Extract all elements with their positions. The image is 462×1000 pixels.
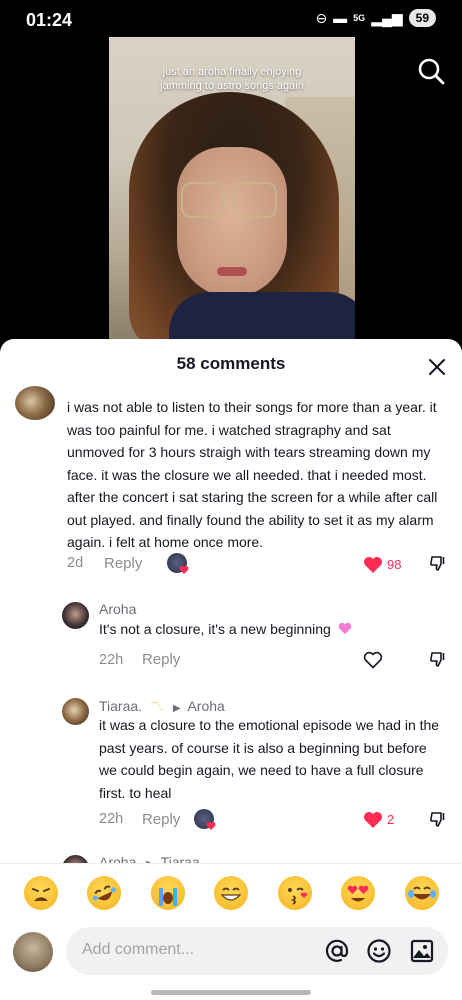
video-caption-line1: just an aroha finally enjoying bbox=[162, 66, 302, 78]
avatar[interactable] bbox=[62, 602, 89, 629]
comment-username[interactable]: Aroha bbox=[99, 601, 136, 617]
dislike-icon[interactable] bbox=[428, 553, 448, 573]
sleep-icon: ▬ bbox=[333, 10, 348, 26]
close-icon[interactable] bbox=[427, 357, 447, 377]
comment-time: 22h bbox=[99, 652, 124, 668]
comment-username-row: Aroha ▶ Tiaraa. bbox=[99, 854, 204, 863]
comment-text: it was a closure to the emotional episod… bbox=[99, 717, 440, 801]
comment-username-row: Tiaraa. 〽 ▶ Aroha bbox=[99, 696, 225, 715]
video-glasses-right bbox=[233, 182, 277, 218]
like-heart-icon[interactable] bbox=[363, 651, 383, 669]
avatar[interactable] bbox=[15, 386, 55, 420]
like-heart-icon[interactable] bbox=[363, 811, 383, 829]
heart-eyes-face-emoji[interactable] bbox=[341, 876, 375, 910]
battery-badge: 59 bbox=[408, 9, 436, 27]
comment-input-placeholder: Add comment... bbox=[82, 941, 195, 958]
pink-heart-emoji bbox=[338, 622, 352, 635]
comment-text: i was not able to listen to their songs … bbox=[67, 399, 438, 550]
comment-list[interactable]: i was not able to listen to their songs … bbox=[0, 385, 462, 863]
grinning-face-emoji[interactable] bbox=[214, 876, 248, 910]
comment-input[interactable]: Add comment... bbox=[66, 927, 448, 975]
network-label: 5G bbox=[353, 13, 366, 23]
reply-to-username[interactable]: Aroha bbox=[187, 698, 224, 714]
dnd-icon: ⊖ bbox=[315, 9, 328, 26]
status-icons: ⊖ ▬ 5G ▂▄▆ 59 bbox=[315, 9, 436, 27]
avatar[interactable] bbox=[62, 855, 89, 863]
like-count: 98 bbox=[387, 557, 402, 572]
comment-username[interactable]: Aroha bbox=[99, 854, 136, 863]
dislike-icon[interactable] bbox=[428, 809, 448, 829]
avatar[interactable] bbox=[62, 698, 89, 725]
comments-sheet: 58 comments i was not able to listen to … bbox=[0, 339, 462, 1000]
search-icon[interactable] bbox=[416, 56, 446, 86]
reply-to-username[interactable]: Tiaraa. bbox=[161, 854, 204, 863]
rofl-face-emoji[interactable] bbox=[81, 870, 127, 916]
video-shirt bbox=[169, 292, 355, 342]
crying-face-emoji[interactable] bbox=[151, 876, 185, 910]
video-lips bbox=[217, 267, 247, 276]
comment-text: It's not a closure, it's a new beginning bbox=[99, 618, 439, 641]
video-player[interactable]: just an aroha finally enjoying jamming t… bbox=[109, 37, 355, 342]
like-count: 2 bbox=[387, 812, 395, 827]
kiss-wink-face-emoji[interactable] bbox=[278, 876, 312, 910]
my-avatar[interactable] bbox=[13, 932, 53, 972]
home-indicator[interactable] bbox=[151, 990, 311, 995]
emoji-icon[interactable] bbox=[366, 938, 392, 964]
creator-heart-icon bbox=[179, 566, 189, 574]
image-icon[interactable] bbox=[409, 938, 435, 964]
comment-time: 2d bbox=[67, 555, 84, 571]
dislike-icon[interactable] bbox=[428, 649, 448, 669]
comment-username[interactable]: Tiaraa. bbox=[99, 698, 142, 714]
reply-button[interactable]: Reply bbox=[142, 811, 180, 828]
status-bar: 01:24 ⊖ ▬ 5G ▂▄▆ 59 bbox=[0, 0, 462, 40]
weary-face-emoji[interactable] bbox=[24, 876, 58, 910]
sparkle-emoji: 〽 bbox=[149, 699, 163, 714]
mention-icon[interactable] bbox=[324, 938, 350, 964]
creator-heart-icon bbox=[206, 822, 216, 830]
video-glasses-left bbox=[181, 182, 225, 218]
signal-icon: ▂▄▆ bbox=[371, 9, 403, 26]
status-time: 01:24 bbox=[26, 10, 73, 30]
reply-button[interactable]: Reply bbox=[104, 555, 142, 572]
reply-arrow-icon: ▶ bbox=[172, 703, 181, 714]
video-caption-line2: jamming to astro songs again bbox=[160, 80, 304, 92]
like-heart-icon[interactable] bbox=[363, 556, 383, 574]
comment-time: 22h bbox=[99, 811, 124, 827]
video-caption: just an aroha finally enjoying jamming t… bbox=[109, 65, 355, 93]
reply-button[interactable]: Reply bbox=[142, 651, 180, 668]
emoji-quick-bar bbox=[0, 863, 462, 921]
tears-of-joy-face-emoji[interactable] bbox=[405, 876, 439, 910]
comments-count-title: 58 comments bbox=[176, 354, 286, 373]
